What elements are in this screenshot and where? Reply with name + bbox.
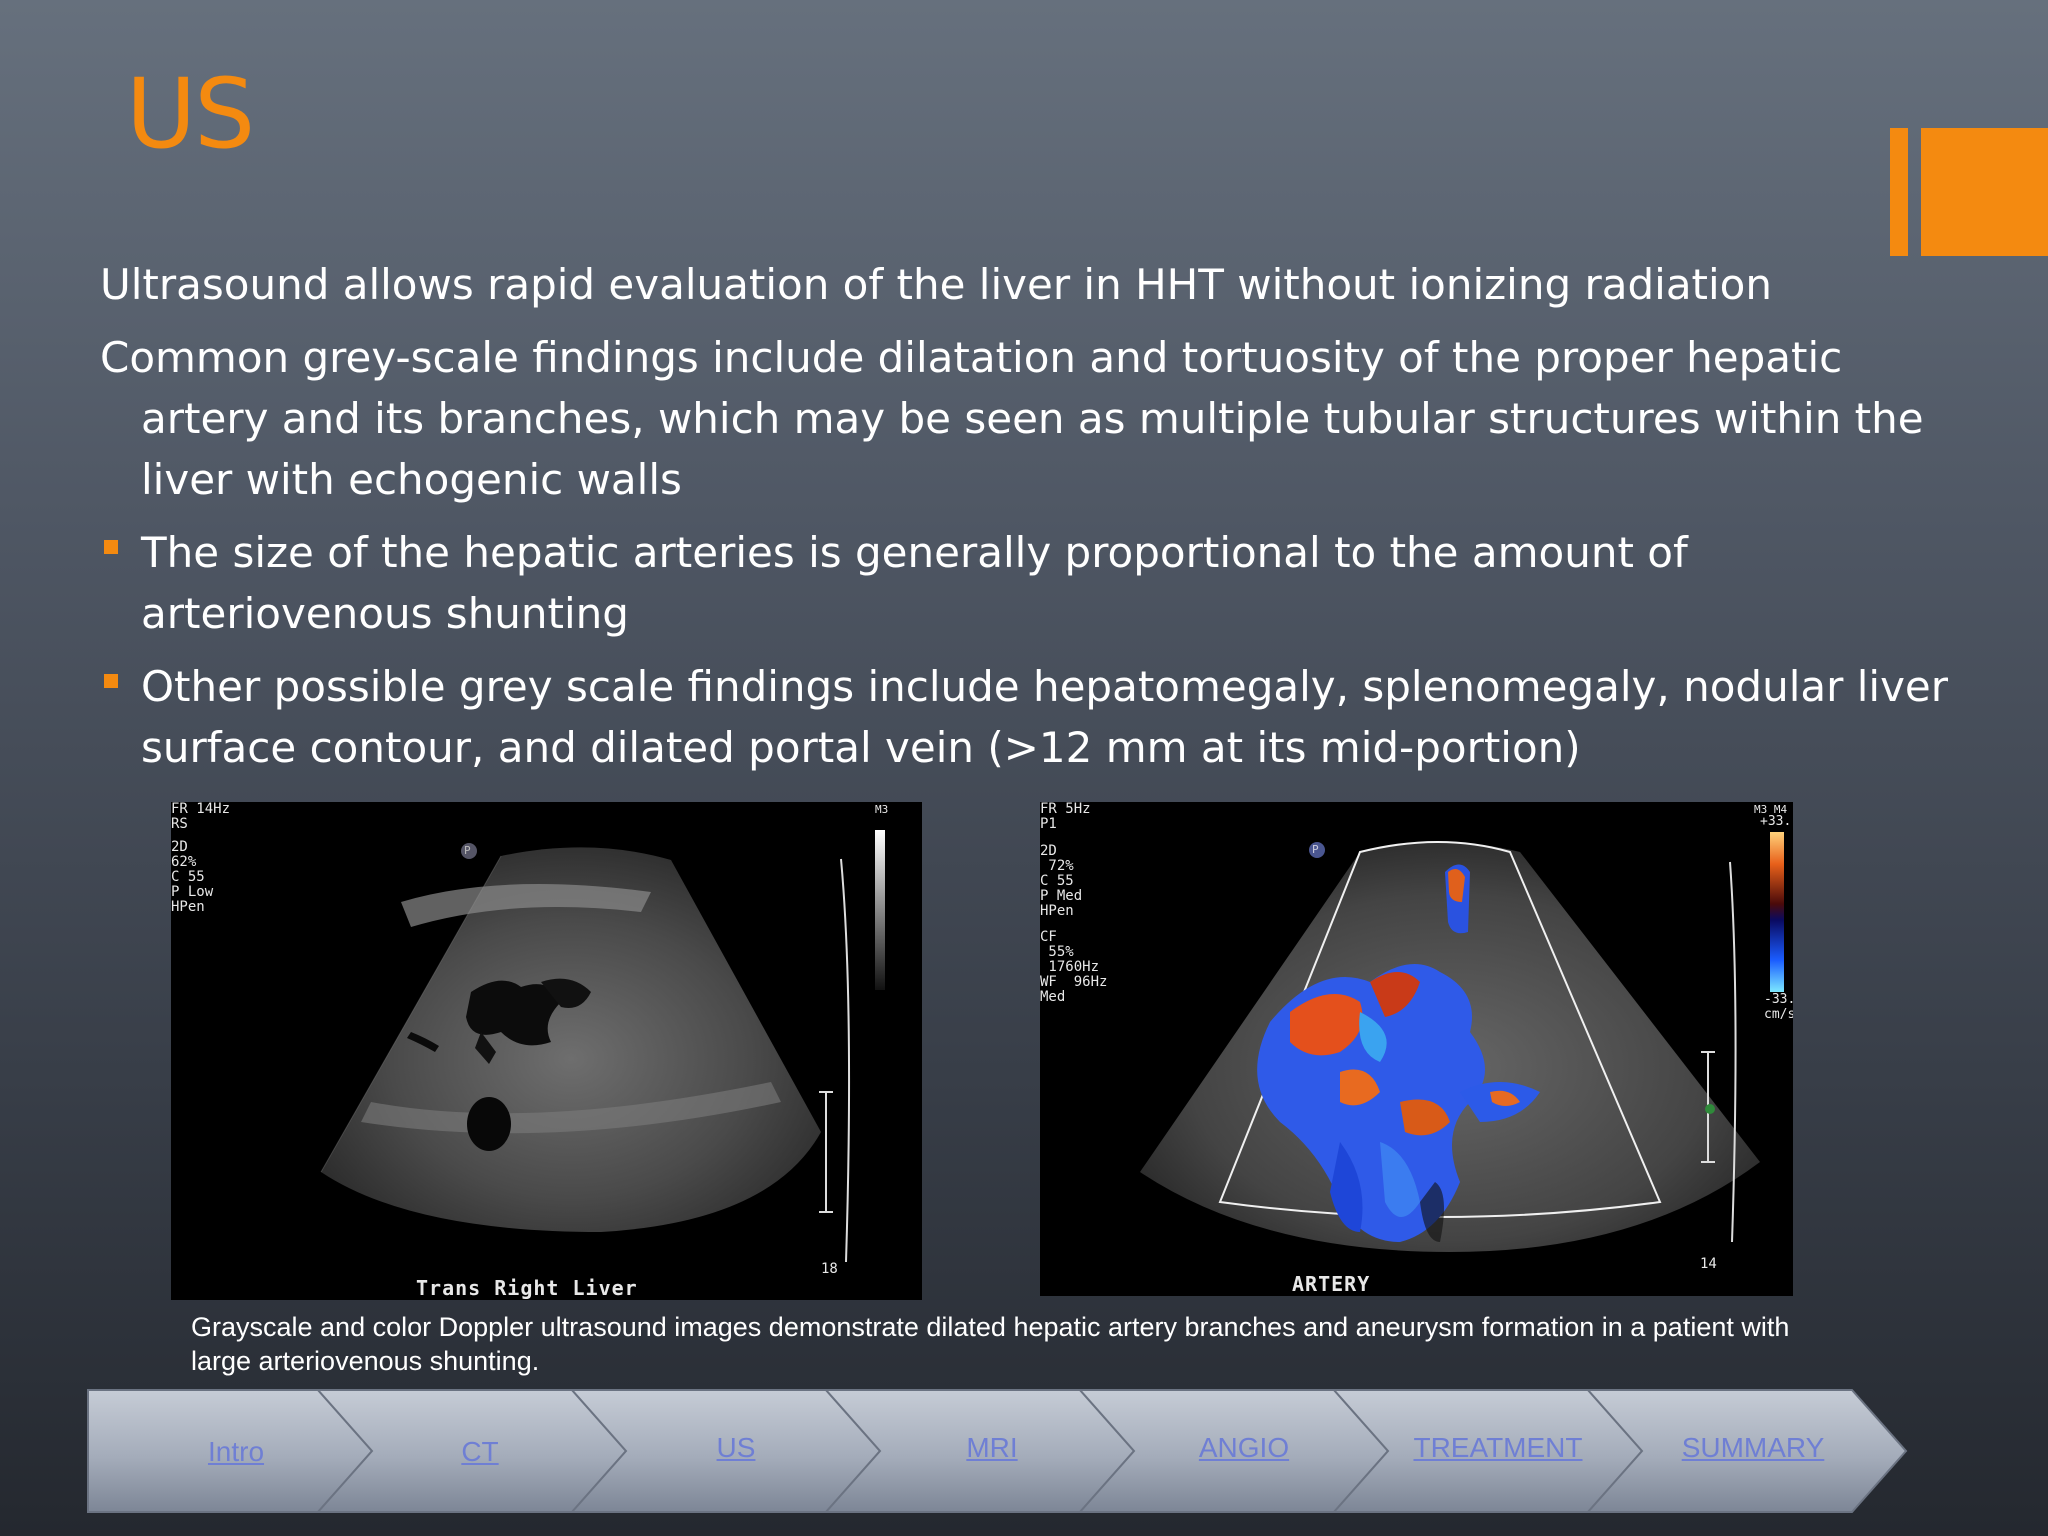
depth-label: 18 [821, 1261, 838, 1277]
bullet-item-2: Other possible grey scale findings inclu… [100, 656, 1950, 778]
nav-link-intro[interactable]: Intro [136, 1436, 336, 1468]
nav-link-angio[interactable]: ANGIO [1144, 1432, 1344, 1464]
probe-marker-label: P [1312, 843, 1319, 856]
image-label: ARTERY [1292, 1272, 1371, 1296]
bullet-item-1: The size of the hepatic arteries is gene… [100, 522, 1950, 644]
bullet-square-icon [104, 540, 118, 554]
body-paragraph-1: Ultrasound allows rapid evaluation of th… [100, 260, 1773, 309]
figure-caption: Grayscale and color Doppler ultrasound i… [191, 1312, 1790, 1376]
color-doppler-ultrasound-image: FR 5Hz P1 2D 72% C 55 P Med HPen CF 55% … [1040, 802, 1793, 1296]
grayscale-ultrasound-picture [320, 830, 885, 1263]
ultrasound-map-label: M3 [875, 803, 889, 816]
ultrasound-2d-parameters: 2D 72% C 55 P Med HPen [1040, 843, 1083, 919]
probe-marker-label: P [464, 844, 471, 857]
bullet-text: Other possible grey scale findings inclu… [141, 662, 1949, 772]
nav-link-mri[interactable]: MRI [892, 1432, 1092, 1464]
grayscale-ultrasound-image: FR 14Hz RS 2D 62% C 55 P Low HPen M3 P 1… [171, 802, 922, 1300]
bullet-text: The size of the hepatic arteries is gene… [141, 528, 1688, 638]
ultrasound-parameters: 2D 62% C 55 P Low HPen [171, 839, 214, 915]
slide-title: US [126, 58, 255, 170]
bullet-square-icon [104, 674, 118, 688]
chevron-navigation: Intro CT US MRI ANGIO TREATMENT SUMMARY [86, 1384, 1910, 1518]
nav-link-ct[interactable]: CT [380, 1436, 580, 1468]
ultrasound-frame-rate: FR 5Hz P1 [1040, 802, 1091, 832]
velocity-scale-top: +33. [1760, 814, 1792, 829]
ultrasound-cf-parameters: CF 55% 1760Hz WF 96Hz Med [1040, 929, 1108, 1005]
image-label: Trans Right Liver [416, 1276, 638, 1300]
depth-label: 14 [1700, 1256, 1717, 1272]
body-paragraph-2: Common grey-scale findings include dilat… [100, 333, 1924, 504]
nav-link-treatment[interactable]: TREATMENT [1398, 1432, 1598, 1464]
ultrasound-frame-rate: FR 14Hz RS [171, 802, 231, 832]
accent-bar-thin [1890, 128, 1908, 256]
accent-bar-block [1921, 128, 2048, 256]
velocity-scale-bottom: -33. cm/s [1764, 992, 1793, 1022]
nav-link-us[interactable]: US [636, 1432, 836, 1464]
nav-link-summary[interactable]: SUMMARY [1653, 1432, 1853, 1464]
slide-body: Ultrasound allows rapid evaluation of th… [100, 254, 1950, 790]
color-doppler-ultrasound-picture [1140, 832, 1784, 1252]
